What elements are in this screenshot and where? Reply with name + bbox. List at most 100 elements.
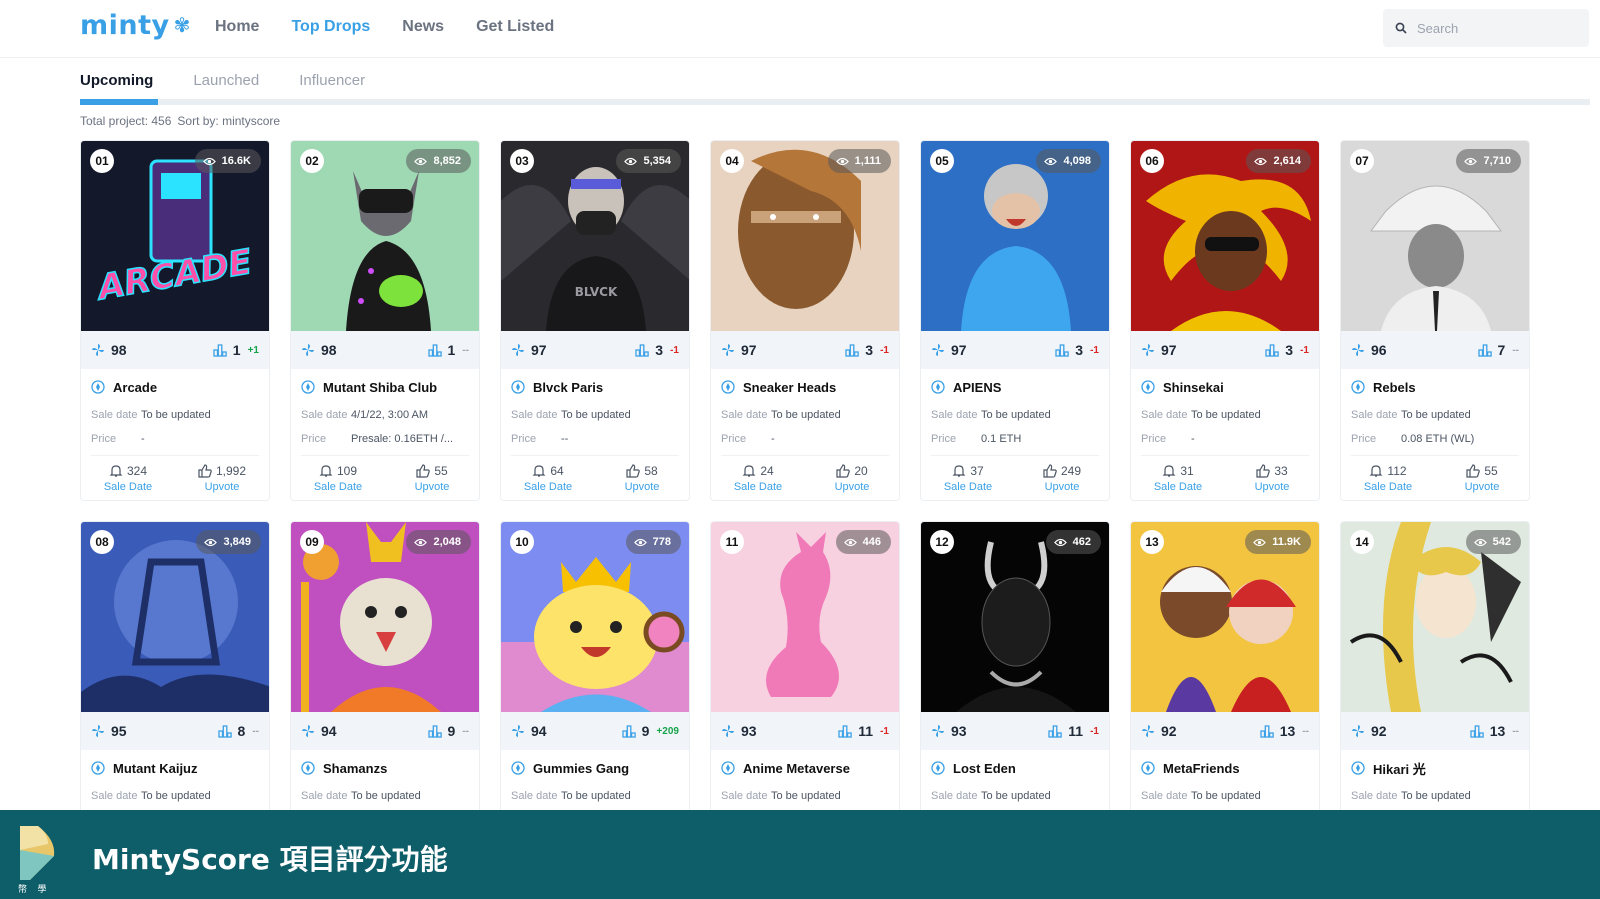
project-name-row[interactable]: Hikari 光 xyxy=(1341,752,1529,784)
project-name-row[interactable]: Gummies Gang xyxy=(501,752,689,784)
view-count-badge: 5,354 xyxy=(616,149,681,173)
rank-value: 11 xyxy=(858,723,874,739)
upvote-button[interactable]: 55 Upvote xyxy=(392,464,472,493)
view-count: 446 xyxy=(862,536,881,548)
upvote-button[interactable]: 33 Upvote xyxy=(1232,464,1312,493)
project-thumbnail[interactable]: 06 2,614 xyxy=(1131,141,1319,331)
project-name-row[interactable]: Arcade xyxy=(81,371,269,403)
project-card[interactable]: 07 7,710 96 7 -- Rebels Sale date To be up… xyxy=(1340,140,1530,501)
score-bar: 97 3 -1 xyxy=(921,331,1109,369)
project-name-row[interactable]: Anime Metaverse xyxy=(711,752,899,784)
project-thumbnail[interactable]: 13 11.9K xyxy=(1131,522,1319,712)
sale-date-alert-button[interactable]: 109 Sale Date xyxy=(298,464,378,493)
rank-change: -- xyxy=(1302,725,1309,737)
project-thumbnail[interactable]: 02 8,852 xyxy=(291,141,479,331)
tab-influencer[interactable]: Influencer xyxy=(299,72,365,99)
sale-date-stat-label: Sale Date xyxy=(943,481,993,493)
nav-top-drops[interactable]: Top Drops xyxy=(291,18,370,36)
upvote-button[interactable]: 58 Upvote xyxy=(602,464,682,493)
project-thumbnail[interactable]: 04 1,111 xyxy=(711,141,899,331)
project-name-row[interactable]: MetaFriends xyxy=(1131,752,1319,784)
project-badge-icon xyxy=(301,761,315,775)
upvote-button[interactable]: 1,992 Upvote xyxy=(182,464,262,493)
ranking-icon xyxy=(1477,344,1492,357)
project-thumbnail[interactable]: 10 778 xyxy=(501,522,689,712)
search-box[interactable] xyxy=(1383,9,1589,47)
project-thumbnail[interactable]: BLVCK 03 5,354 xyxy=(501,141,689,331)
top-navigation-bar: minty ✾ Home Top Drops News Get Listed xyxy=(0,0,1600,58)
minty-score-icon xyxy=(302,344,314,356)
project-card[interactable]: 02 8,852 98 1 -- Mutant Shiba Club Sale d… xyxy=(290,140,480,501)
sale-date-alert-button[interactable]: 37 Sale Date xyxy=(928,464,1008,493)
sale-date-alert-button[interactable]: 324 Sale Date xyxy=(88,464,168,493)
sale-date-alert-button[interactable]: 24 Sale Date xyxy=(718,464,798,493)
minty-score: 98 xyxy=(111,342,127,358)
project-name: Blvck Paris xyxy=(533,379,604,395)
project-badge-icon xyxy=(1141,380,1155,394)
thumbs-up-icon xyxy=(1256,464,1271,478)
project-thumbnail[interactable]: 07 7,710 xyxy=(1341,141,1529,331)
minty-score: 97 xyxy=(531,342,547,358)
upvote-label: Upvote xyxy=(414,481,450,493)
project-thumbnail[interactable]: 05 4,098 xyxy=(921,141,1109,331)
project-name-row[interactable]: Rebels xyxy=(1341,371,1529,403)
sale-date-row: Sale date To be updated xyxy=(711,784,899,808)
project-name-row[interactable]: Sneaker Heads xyxy=(711,371,899,403)
project-badge-icon xyxy=(1351,761,1365,775)
project-thumbnail[interactable]: 08 3,849 xyxy=(81,522,269,712)
project-card[interactable]: 05 4,098 97 3 -1 APIENS Sale date To be up… xyxy=(920,140,1110,501)
view-count: 8,852 xyxy=(433,155,461,167)
sale-date-alert-button[interactable]: 31 Sale Date xyxy=(1138,464,1218,493)
rank-value: 9 xyxy=(641,723,650,739)
sale-date-label: Sale date xyxy=(1141,409,1188,421)
project-thumbnail[interactable]: ARCADE 01 16.6K xyxy=(81,141,269,331)
search-input[interactable] xyxy=(1417,20,1577,36)
project-name-row[interactable]: Shinsekai xyxy=(1131,371,1319,403)
project-name-row[interactable]: Mutant Kaijuz xyxy=(81,752,269,784)
price-label: Price xyxy=(931,433,957,445)
project-thumbnail[interactable]: 14 542 xyxy=(1341,522,1529,712)
project-name-row[interactable]: Mutant Shiba Club xyxy=(291,371,479,403)
project-thumbnail[interactable]: 11 446 xyxy=(711,522,899,712)
upvote-button[interactable]: 249 Upvote xyxy=(1022,464,1102,493)
project-name-row[interactable]: APIENS xyxy=(921,371,1109,403)
ranking-icon xyxy=(1055,344,1070,357)
rank-change: -1 xyxy=(1300,344,1309,356)
nav-news[interactable]: News xyxy=(402,18,444,36)
price-value: 0.08 ETH (WL) xyxy=(1401,433,1475,445)
upvote-button[interactable]: 20 Upvote xyxy=(812,464,892,493)
sale-date-alert-button[interactable]: 64 Sale Date xyxy=(508,464,588,493)
project-card[interactable]: 06 2,614 97 3 -1 Shinsekai Sale date To be… xyxy=(1130,140,1320,501)
rank-value: 9 xyxy=(447,723,456,739)
eye-icon xyxy=(1254,157,1268,165)
total-projects: Total project: 456 xyxy=(80,114,172,128)
tab-launched[interactable]: Launched xyxy=(193,72,259,99)
view-count-badge: 1,111 xyxy=(827,149,891,173)
sale-date-alert-button[interactable]: 112 Sale Date xyxy=(1348,464,1428,493)
project-thumbnail[interactable]: 12 462 xyxy=(921,522,1109,712)
project-name-row[interactable]: Blvck Paris xyxy=(501,371,689,403)
project-card[interactable]: ARCADE 01 16.6K 98 1 +1 Arcade Sale date T… xyxy=(80,140,270,501)
upvote-button[interactable]: 55 Upvote xyxy=(1442,464,1522,493)
rank-change: -1 xyxy=(1090,344,1099,356)
rank-value: 3 xyxy=(1075,342,1084,358)
project-card[interactable]: 04 1,111 97 3 -1 Sneaker Heads Sale date T… xyxy=(710,140,900,501)
price-label: Price xyxy=(511,433,537,445)
project-name: Gummies Gang xyxy=(533,760,630,776)
nav-get-listed[interactable]: Get Listed xyxy=(476,18,554,36)
project-name-row[interactable]: Lost Eden xyxy=(921,752,1109,784)
thumbs-up-icon xyxy=(626,464,641,478)
project-name-row[interactable]: Shamanzs xyxy=(291,752,479,784)
bell-icon xyxy=(319,465,333,477)
tab-upcoming[interactable]: Upcoming xyxy=(80,72,153,99)
minty-score: 94 xyxy=(321,723,337,739)
nav-home[interactable]: Home xyxy=(215,18,259,36)
sort-by[interactable]: Sort by: mintyscore xyxy=(177,114,280,128)
project-name: Shinsekai xyxy=(1163,379,1224,395)
rank-badge: 12 xyxy=(930,530,954,554)
project-card[interactable]: BLVCK 03 5,354 97 3 -1 Blvck Paris Sale d… xyxy=(500,140,690,501)
minty-logo[interactable]: minty ✾ xyxy=(80,10,191,41)
project-thumbnail[interactable]: 09 2,048 xyxy=(291,522,479,712)
alert-count: 112 xyxy=(1387,464,1407,478)
rank-badge: 13 xyxy=(1140,530,1164,554)
